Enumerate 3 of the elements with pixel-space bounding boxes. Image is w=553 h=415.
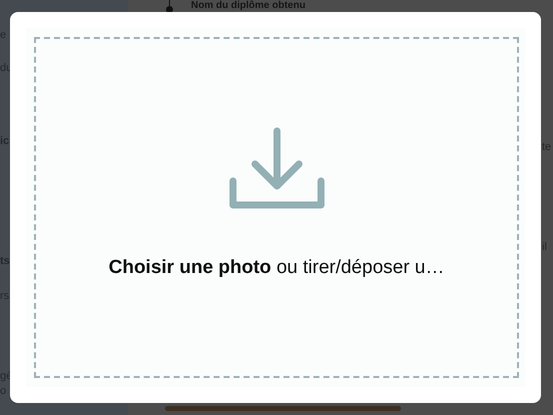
drop-zone[interactable]: Choisir une photo ou tirer/déposer u… — [26, 28, 525, 387]
download-icon — [228, 127, 324, 209]
upload-prompt: Choisir une photo ou tirer/déposer u… — [108, 256, 444, 280]
